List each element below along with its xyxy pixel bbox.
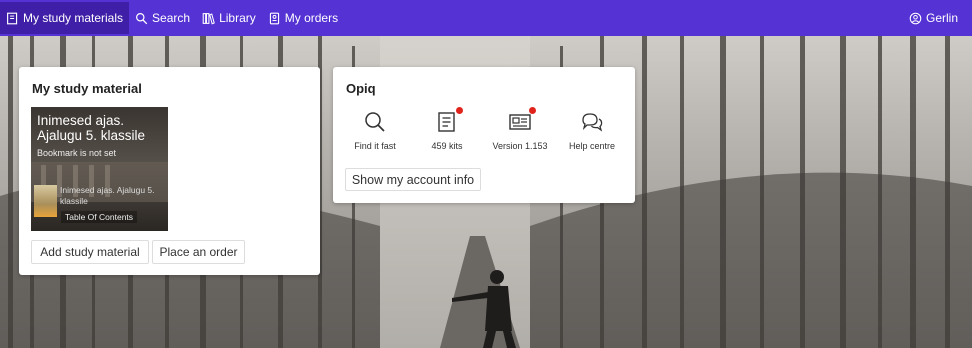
- nav-user-menu[interactable]: Gerlin: [903, 2, 964, 34]
- table-of-contents-link[interactable]: Table Of Contents: [61, 211, 138, 223]
- search-icon: [136, 12, 148, 24]
- book-icon: [7, 12, 18, 24]
- notification-badge: [529, 107, 536, 114]
- show-account-info-button[interactable]: Show my account info: [345, 168, 481, 191]
- bookmark-status: Bookmark is not set: [37, 148, 117, 158]
- book-title: Inimesed ajas. Ajalugu 5. klassile: [37, 113, 146, 143]
- user-name: Gerlin: [925, 11, 958, 25]
- study-material-cover[interactable]: Inimesed ajas. Ajalugu 5. klassile Bookm…: [31, 107, 168, 231]
- search-icon: [365, 112, 385, 132]
- nav-label: Search: [152, 11, 191, 25]
- tool-label: Help centre: [568, 141, 616, 151]
- card-title: My study material: [32, 81, 142, 96]
- orders-icon: [269, 12, 279, 24]
- notification-badge: [456, 107, 463, 114]
- nav-search[interactable]: Search: [129, 2, 196, 34]
- nav-label: My orders: [284, 11, 339, 25]
- card-title: Opiq: [346, 81, 376, 96]
- help-centre-tool[interactable]: Help centre: [547, 110, 637, 151]
- kits-icon: [438, 112, 455, 132]
- nav-label: Library: [219, 11, 256, 25]
- nav-library[interactable]: Library: [196, 2, 262, 34]
- book-small-title: Inimesed ajas. Ajalugu 5. klassile: [60, 185, 155, 206]
- top-navbar: My study materials Search Library My ord…: [0, 0, 972, 36]
- nav-my-orders[interactable]: My orders: [262, 2, 344, 34]
- nav-my-study-materials[interactable]: My study materials: [0, 2, 130, 34]
- library-icon: [202, 12, 215, 24]
- nav-label: My study materials: [23, 11, 124, 25]
- book-thumbnail: [34, 185, 57, 217]
- news-icon: [509, 114, 531, 130]
- place-order-button[interactable]: Place an order: [152, 240, 245, 264]
- chat-icon: [582, 113, 603, 132]
- user-icon: [909, 12, 922, 24]
- add-study-material-button[interactable]: Add study material: [31, 240, 149, 264]
